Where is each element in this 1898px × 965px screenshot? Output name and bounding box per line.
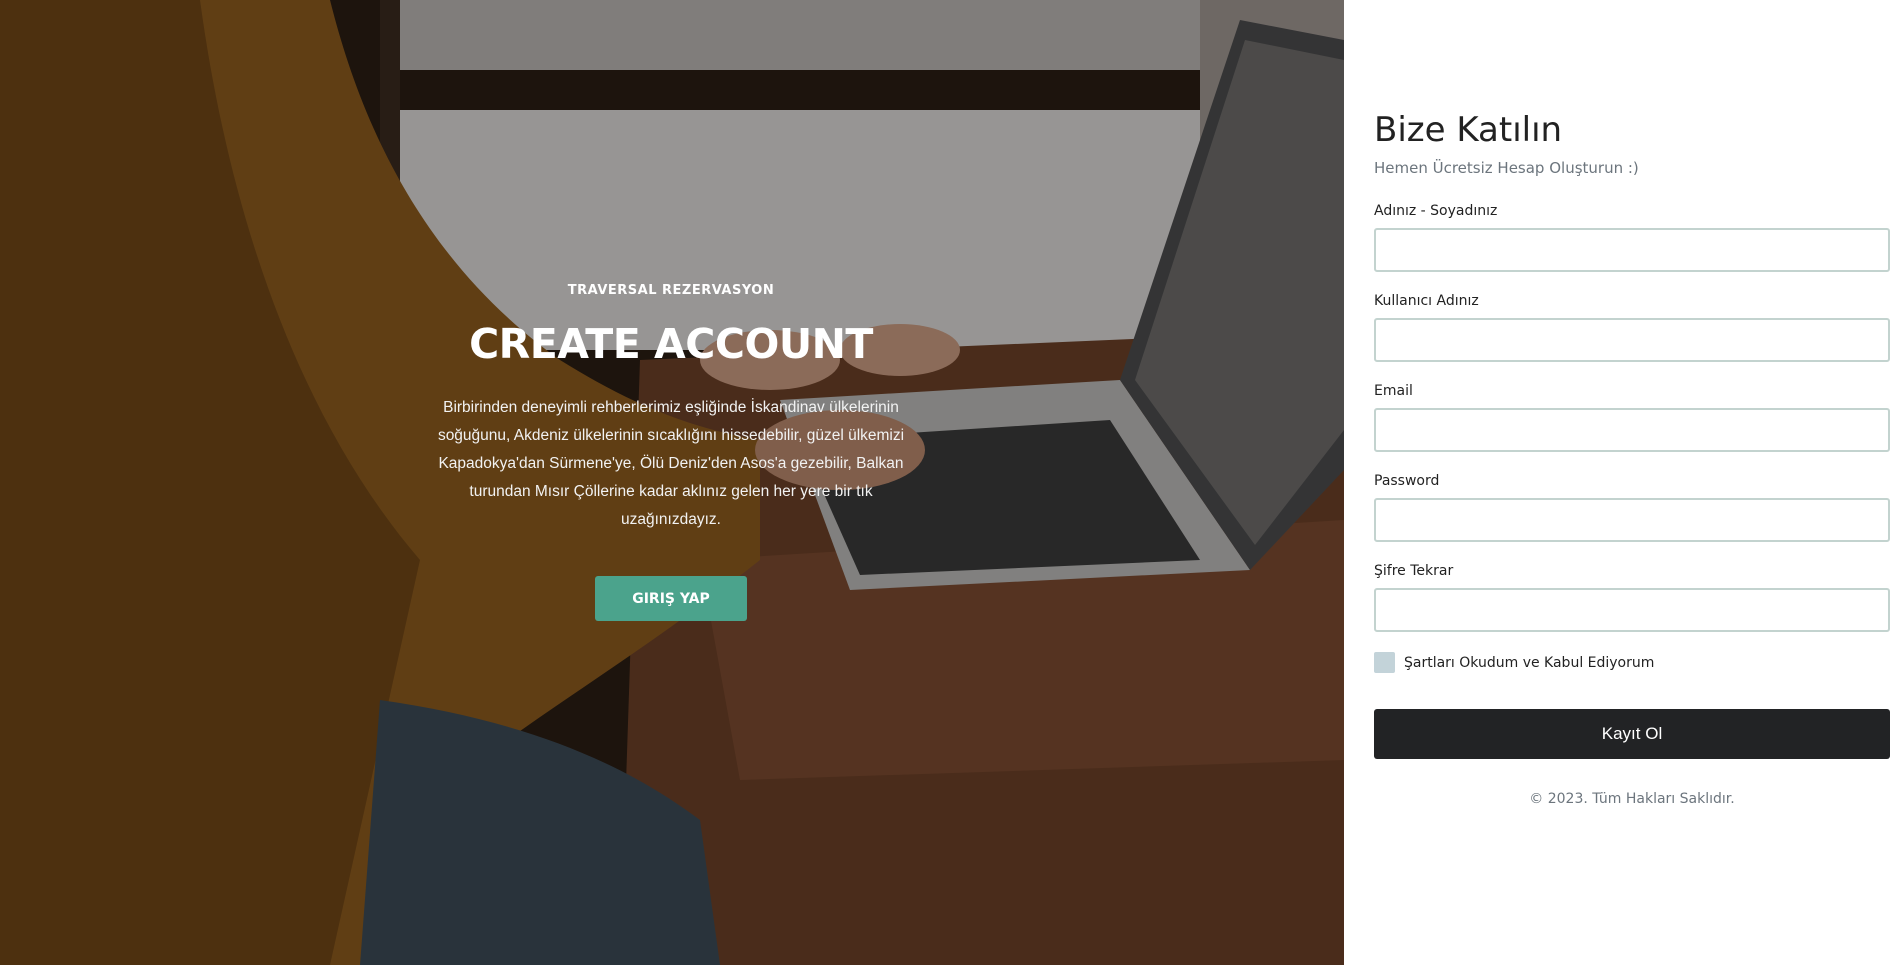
hero-section: TRAVERSAL REZERVASYON CREATE ACCOUNT Bir… xyxy=(0,0,1344,965)
register-button[interactable]: Kayıt Ol xyxy=(1374,709,1890,759)
terms-checkbox[interactable] xyxy=(1374,652,1395,673)
login-button[interactable]: GIRIŞ YAP xyxy=(595,576,747,621)
form-title: Bize Katılın xyxy=(1374,110,1563,150)
hero-title: CREATE ACCOUNT xyxy=(469,320,873,368)
email-field-group: Email xyxy=(1374,383,1890,473)
username-field-group: Kullanıcı Adınız xyxy=(1374,293,1890,383)
fullname-label: Adınız - Soyadınız xyxy=(1374,203,1498,219)
password-input[interactable] xyxy=(1374,498,1890,542)
email-input[interactable] xyxy=(1374,408,1890,452)
hero-description: Birbirinden deneyimli rehberlerimiz eşli… xyxy=(437,399,905,528)
password-field-group: Password xyxy=(1374,473,1890,563)
password-confirm-input[interactable] xyxy=(1374,588,1890,632)
form-subtitle: Hemen Ücretsiz Hesap Oluşturun :) xyxy=(1374,159,1639,177)
password-label: Password xyxy=(1374,473,1440,489)
register-form: Bize Katılın Hemen Ücretsiz Hesap Oluştu… xyxy=(1374,108,1890,807)
hero-content: TRAVERSAL REZERVASYON CREATE ACCOUNT Bir… xyxy=(420,283,922,621)
terms-label[interactable]: Şartları Okudum ve Kabul Ediyorum xyxy=(1404,655,1654,671)
username-input[interactable] xyxy=(1374,318,1890,362)
password-confirm-label: Şifre Tekrar xyxy=(1374,563,1454,579)
email-label: Email xyxy=(1374,383,1413,399)
copyright-text: © 2023. Tüm Hakları Saklıdır. xyxy=(1529,791,1735,807)
hero-kicker: TRAVERSAL REZERVASYON xyxy=(567,283,775,298)
fullname-input[interactable] xyxy=(1374,228,1890,272)
register-panel: Bize Katılın Hemen Ücretsiz Hesap Oluştu… xyxy=(1344,0,1898,965)
register-page: TRAVERSAL REZERVASYON CREATE ACCOUNT Bir… xyxy=(0,0,1898,965)
terms-row: Şartları Okudum ve Kabul Ediyorum xyxy=(1374,652,1890,673)
username-label: Kullanıcı Adınız xyxy=(1374,293,1479,309)
fullname-field-group: Adınız - Soyadınız xyxy=(1374,203,1890,293)
password-confirm-field-group: Şifre Tekrar xyxy=(1374,563,1890,653)
